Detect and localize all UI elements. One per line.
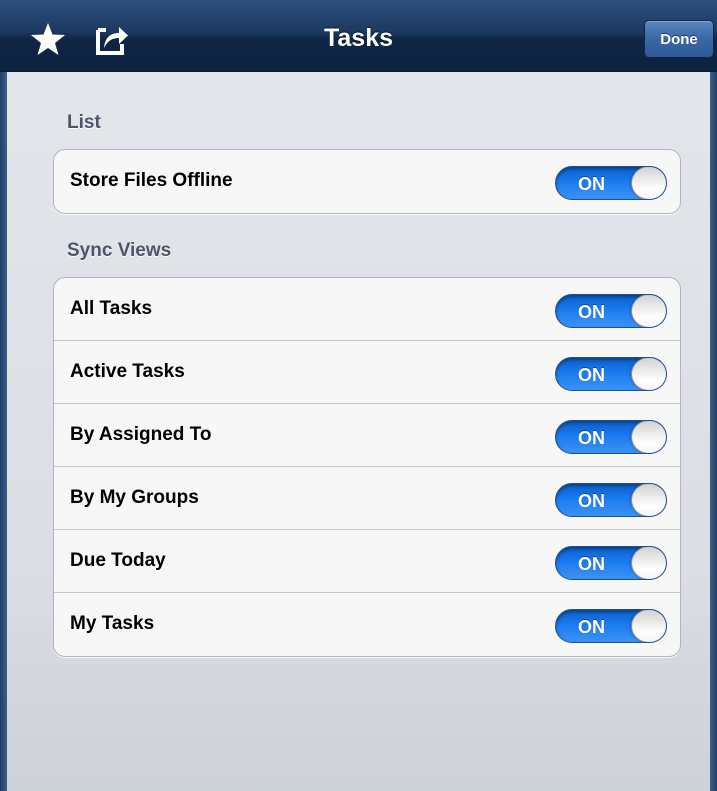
switch-label: ON xyxy=(578,302,605,322)
row-label: By My Groups xyxy=(70,487,199,508)
settings-group-list: Store Files Offline ON xyxy=(53,149,681,214)
row-label: All Tasks xyxy=(70,298,153,319)
settings-row-active-tasks: Active Tasks ON xyxy=(54,341,680,404)
all-tasks-switch[interactable]: ON xyxy=(555,294,667,328)
navigation-bar: Tasks Done xyxy=(0,0,717,72)
switch-label: ON xyxy=(578,491,605,511)
settings-row-all-tasks: All Tasks ON xyxy=(54,278,680,341)
section-header-list: List xyxy=(67,112,101,133)
row-label: Due Today xyxy=(70,550,166,571)
row-label: By Assigned To xyxy=(70,424,212,445)
by-assigned-to-switch[interactable]: ON xyxy=(555,420,667,454)
frame-edge-right xyxy=(710,72,717,791)
switch-knob xyxy=(631,295,666,327)
switch-knob xyxy=(631,484,666,516)
row-label: My Tasks xyxy=(70,613,155,634)
switch-label: ON xyxy=(578,554,605,574)
row-label: Store Files Offline xyxy=(70,170,233,191)
due-today-switch[interactable]: ON xyxy=(555,546,667,580)
frame-edge-left xyxy=(0,72,7,791)
store-files-offline-switch[interactable]: ON xyxy=(555,166,667,200)
switch-knob xyxy=(631,358,666,390)
page-title: Tasks xyxy=(323,24,394,52)
switch-knob xyxy=(631,610,666,642)
my-tasks-switch[interactable]: ON xyxy=(555,609,667,643)
settings-content: List Store Files Offline ON Sync Views A… xyxy=(7,72,710,791)
switch-label: ON xyxy=(578,428,605,448)
switch-knob xyxy=(631,167,666,199)
by-my-groups-switch[interactable]: ON xyxy=(555,483,667,517)
switch-label: ON xyxy=(578,617,605,637)
settings-row-my-tasks: My Tasks ON xyxy=(54,593,680,656)
active-tasks-switch[interactable]: ON xyxy=(555,357,667,391)
switch-label: ON xyxy=(578,365,605,385)
switch-knob xyxy=(631,547,666,579)
settings-group-sync-views: All Tasks ON Active Tasks ON By Assigned… xyxy=(53,277,681,657)
settings-row-store-files-offline: Store Files Offline ON xyxy=(54,150,680,213)
settings-row-by-my-groups: By My Groups ON xyxy=(54,467,680,530)
settings-row-by-assigned-to: By Assigned To ON xyxy=(54,404,680,467)
settings-row-due-today: Due Today ON xyxy=(54,530,680,593)
section-header-sync-views: Sync Views xyxy=(67,240,172,261)
row-label: Active Tasks xyxy=(70,361,185,382)
switch-label: ON xyxy=(578,174,605,194)
done-button[interactable]: Done xyxy=(644,20,714,58)
switch-knob xyxy=(631,421,666,453)
